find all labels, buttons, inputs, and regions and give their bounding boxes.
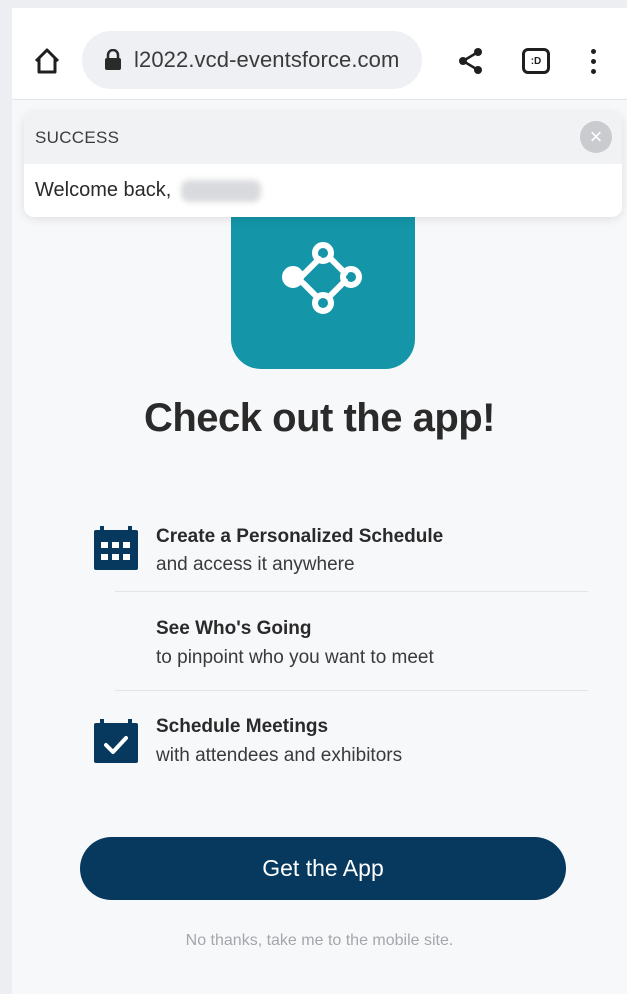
toast-message: Welcome back,	[35, 179, 172, 201]
home-icon[interactable]	[32, 46, 62, 76]
toast-header: SUCCESS ×	[24, 112, 622, 164]
feature-subtitle: to pinpoint who you want to meet	[156, 647, 434, 668]
redacted-username	[181, 179, 262, 202]
calendar-icon	[94, 526, 138, 570]
feature-subtitle: with attendees and exhibitors	[156, 745, 403, 766]
get-the-app-button[interactable]: Get the App	[80, 837, 566, 900]
overflow-menu-icon[interactable]	[585, 46, 601, 76]
lock-icon	[105, 49, 121, 70]
feature-title: Schedule Meetings	[156, 716, 329, 737]
feature-subtitle: and access it anywhere	[156, 554, 355, 575]
address-bar[interactable]: l2022.vcd-eventsforce.com	[82, 31, 422, 89]
browser-toolbar: l2022.vcd-eventsforce.com :D	[12, 8, 627, 100]
success-toast: SUCCESS × Welcome back,	[24, 112, 622, 217]
tab-count: :D	[530, 55, 542, 67]
calendar-check-icon	[94, 719, 138, 763]
share-icon[interactable]	[456, 46, 486, 76]
feature-title: Create a Personalized Schedule	[156, 526, 444, 547]
mobile-site-link[interactable]: No thanks, take me to the mobile site.	[12, 932, 627, 950]
feature-title: See Who's Going	[156, 618, 312, 639]
divider	[115, 591, 588, 592]
toast-body: Welcome back,	[24, 164, 622, 217]
tab-switcher-button[interactable]: :D	[522, 48, 550, 74]
toast-title: SUCCESS	[35, 128, 120, 147]
close-icon[interactable]: ×	[580, 121, 612, 153]
url-text: l2022.vcd-eventsforce.com	[134, 47, 400, 72]
page-title: Check out the app!	[143, 396, 496, 440]
divider	[115, 690, 588, 691]
phone-screen: l2022.vcd-eventsforce.com :D SUCCESS × W…	[12, 8, 627, 994]
